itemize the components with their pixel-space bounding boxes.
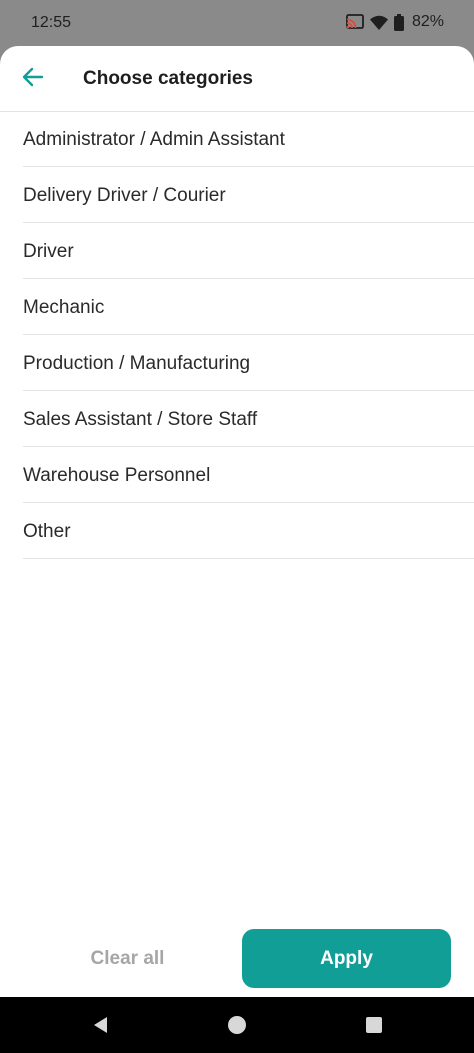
category-item[interactable]: Administrator / Admin Assistant <box>23 111 474 167</box>
battery-percent: 82% <box>411 13 444 30</box>
home-circle-icon[interactable] <box>225 1013 249 1037</box>
category-label: Delivery Driver / Courier <box>23 184 226 206</box>
arrow-left-icon <box>22 67 44 92</box>
category-item[interactable]: Mechanic <box>23 279 474 335</box>
battery-icon <box>393 13 404 31</box>
back-triangle-icon[interactable] <box>89 1013 113 1037</box>
category-label: Other <box>23 520 71 542</box>
system-nav-bar <box>0 997 474 1053</box>
category-item[interactable]: Sales Assistant / Store Staff <box>23 391 474 447</box>
category-label: Sales Assistant / Store Staff <box>23 408 258 430</box>
back-button[interactable] <box>18 64 48 94</box>
category-item[interactable]: Other <box>23 503 474 559</box>
category-label: Warehouse Personnel <box>23 464 211 486</box>
sheet-header: Choose categories <box>0 46 474 112</box>
category-list: Administrator / Admin Assistant Delivery… <box>23 111 474 559</box>
status-bar: 12:55 82% <box>0 0 474 46</box>
apply-button[interactable]: Apply <box>242 929 451 988</box>
status-icons: 82% <box>346 13 444 31</box>
category-label: Administrator / Admin Assistant <box>23 128 285 150</box>
category-item[interactable]: Warehouse Personnel <box>23 447 474 503</box>
wifi-icon <box>369 15 388 30</box>
status-time: 12:55 <box>31 14 72 31</box>
cast-icon <box>346 14 364 30</box>
recents-square-icon[interactable] <box>362 1013 386 1037</box>
category-item[interactable]: Production / Manufacturing <box>23 335 474 391</box>
category-item[interactable]: Driver <box>23 223 474 279</box>
sheet-footer: Clear all Apply <box>0 926 474 996</box>
clear-all-button[interactable]: Clear all <box>55 930 200 988</box>
category-label: Mechanic <box>23 296 105 318</box>
page-title: Choose categories <box>83 68 253 89</box>
category-sheet: Choose categories Administrator / Admin … <box>0 46 474 997</box>
category-label: Production / Manufacturing <box>23 352 251 374</box>
category-label: Driver <box>23 240 74 262</box>
category-item[interactable]: Delivery Driver / Courier <box>23 167 474 223</box>
